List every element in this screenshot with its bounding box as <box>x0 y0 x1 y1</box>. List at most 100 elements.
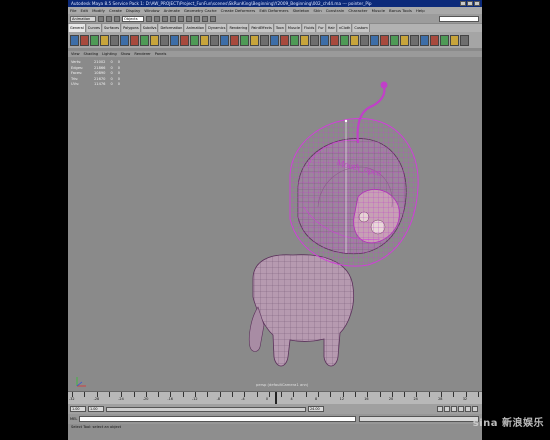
shelf-tab-rendering[interactable]: Rendering <box>228 24 250 32</box>
snap-point-icon[interactable] <box>186 15 192 22</box>
select-by-hierarchy-icon[interactable] <box>146 15 152 22</box>
menu-item-create[interactable]: Create <box>109 7 122 14</box>
shelf-tool-icon[interactable] <box>420 34 429 46</box>
shelf-tool-icon[interactable] <box>240 34 249 46</box>
shelf-tool-icon[interactable] <box>230 34 239 46</box>
shelf-tool-icon[interactable] <box>130 34 139 46</box>
shelf-tool-icon[interactable] <box>320 34 329 46</box>
select-by-object-icon[interactable] <box>154 15 160 22</box>
shelf-tool-icon[interactable] <box>180 34 189 46</box>
menu-item-create-deformers[interactable]: Create Deformers <box>221 7 256 14</box>
menu-item-window[interactable]: Window <box>144 7 159 14</box>
step-forward-icon[interactable] <box>465 406 471 412</box>
shelf-tool-icon[interactable] <box>260 34 269 46</box>
shelf-tool-icon[interactable] <box>190 34 199 46</box>
shelf-tool-icon[interactable] <box>440 34 449 46</box>
shelf-tool-icon[interactable] <box>430 34 439 46</box>
command-language-label[interactable]: MEL <box>70 417 77 421</box>
menu-item-skeleton[interactable]: Skeleton <box>293 7 310 14</box>
minimize-icon[interactable] <box>460 1 466 6</box>
shelf-tab-curves[interactable]: Curves <box>86 24 102 32</box>
open-scene-icon[interactable] <box>106 15 112 22</box>
command-input[interactable] <box>79 416 356 422</box>
shelf-tool-icon[interactable] <box>300 34 309 46</box>
menu-set-dropdown[interactable]: Animation <box>70 15 96 22</box>
shelf-tool-icon[interactable] <box>70 34 79 46</box>
menu-item-help[interactable]: Help <box>416 7 425 14</box>
play-backwards-icon[interactable] <box>451 406 457 412</box>
shelf-tool-icon[interactable] <box>450 34 459 46</box>
selection-mode-field[interactable]: Objects <box>122 15 144 22</box>
shelf-tab-dynamics[interactable]: Dynamics <box>207 24 228 32</box>
shelf-tool-icon[interactable] <box>160 34 169 46</box>
shelf-tool-icon[interactable] <box>290 34 299 46</box>
shelf-tab-general[interactable]: General <box>69 24 86 32</box>
shelf-tool-icon[interactable] <box>150 34 159 46</box>
menu-item-file[interactable]: File <box>70 7 77 14</box>
quick-selection-field[interactable] <box>439 15 479 22</box>
menu-item-character[interactable]: Character <box>348 7 367 14</box>
current-time-marker[interactable] <box>275 392 277 404</box>
range-start-field[interactable]: 1.00 <box>70 406 86 412</box>
shelf-tool-icon[interactable] <box>90 34 99 46</box>
new-scene-icon[interactable] <box>98 15 104 22</box>
shelf-tab-animation[interactable]: Animation <box>185 24 207 32</box>
shelf-tool-icon[interactable] <box>390 34 399 46</box>
shelf-tool-icon[interactable] <box>330 34 339 46</box>
shelf-tool-icon[interactable] <box>360 34 369 46</box>
time-slider[interactable]: -32 -28 -24 -20 -16 -12 -8 -4 0 4 8 12 16 20 24 28 32 <box>68 391 482 404</box>
shelf-tab-subdivs[interactable]: Subdivs <box>141 24 159 32</box>
shelf-tool-icon[interactable] <box>460 34 469 46</box>
menu-item-modify[interactable]: Modify <box>92 7 105 14</box>
menu-item-edit[interactable]: Edit <box>81 7 89 14</box>
maximize-icon[interactable] <box>467 1 473 6</box>
snap-curve-icon[interactable] <box>178 15 184 22</box>
shelf-tab-fur[interactable]: Fur <box>317 24 326 32</box>
shelf-tab-hair[interactable]: Hair <box>326 24 337 32</box>
shelf-tool-icon[interactable] <box>80 34 89 46</box>
ipr-render-icon[interactable] <box>202 15 208 22</box>
shelf-tool-icon[interactable] <box>210 34 219 46</box>
shelf-tab-polygons[interactable]: Polygons <box>122 24 141 32</box>
shelf-tool-icon[interactable] <box>310 34 319 46</box>
shelf-tool-icon[interactable] <box>110 34 119 46</box>
shelf-tool-icon[interactable] <box>120 34 129 46</box>
menu-item-skin[interactable]: Skin <box>313 7 321 14</box>
play-forwards-icon[interactable] <box>458 406 464 412</box>
shelf-tab-custom[interactable]: Custom <box>353 24 370 32</box>
range-slider[interactable] <box>106 406 306 412</box>
shelf-tool-icon[interactable] <box>100 34 109 46</box>
close-icon[interactable] <box>474 1 480 6</box>
go-to-end-icon[interactable] <box>472 406 478 412</box>
go-to-start-icon[interactable] <box>437 406 443 412</box>
step-back-icon[interactable] <box>444 406 450 412</box>
menu-item-geometry-cache[interactable]: Geometry Cache <box>184 7 217 14</box>
shelf-tool-icon[interactable] <box>250 34 259 46</box>
shelf-tab-toon[interactable]: Toon <box>274 24 286 32</box>
shelf-tool-icon[interactable] <box>280 34 289 46</box>
range-end-field[interactable]: 24.00 <box>308 406 324 412</box>
menu-item-bonus-tools[interactable]: Bonus Tools <box>389 7 412 14</box>
perspective-viewport[interactable]: Mouth_open Verts: 21002 0 0 Edges: 21866 0 0 Fac… <box>68 57 482 391</box>
menu-item-display[interactable]: Display <box>126 7 140 14</box>
menu-item-edit-deformers[interactable]: Edit Deformers <box>259 7 288 14</box>
snap-grid-icon[interactable] <box>170 15 176 22</box>
shelf-tool-icon[interactable] <box>370 34 379 46</box>
shelf-tool-icon[interactable] <box>270 34 279 46</box>
shelf-tab-surfaces[interactable]: Surfaces <box>102 24 122 32</box>
shelf-tool-icon[interactable] <box>400 34 409 46</box>
current-frame-field[interactable]: 1.00 <box>88 406 104 412</box>
shelf-tool-icon[interactable] <box>350 34 359 46</box>
render-settings-icon[interactable] <box>210 15 216 22</box>
shelf-tool-icon[interactable] <box>200 34 209 46</box>
save-scene-icon[interactable] <box>114 15 120 22</box>
menu-item-muscle[interactable]: Muscle <box>372 7 385 14</box>
shelf-tool-icon[interactable] <box>380 34 389 46</box>
select-by-component-icon[interactable] <box>162 15 168 22</box>
shelf-tool-icon[interactable] <box>140 34 149 46</box>
shelf-tool-icon[interactable] <box>220 34 229 46</box>
shelf-tab-muscle[interactable]: Muscle <box>286 24 303 32</box>
shelf-tab-painteffects[interactable]: PaintEffects <box>250 24 274 32</box>
shelf-tab-fluids[interactable]: Fluids <box>303 24 317 32</box>
menu-item-constrain[interactable]: Constrain <box>326 7 345 14</box>
